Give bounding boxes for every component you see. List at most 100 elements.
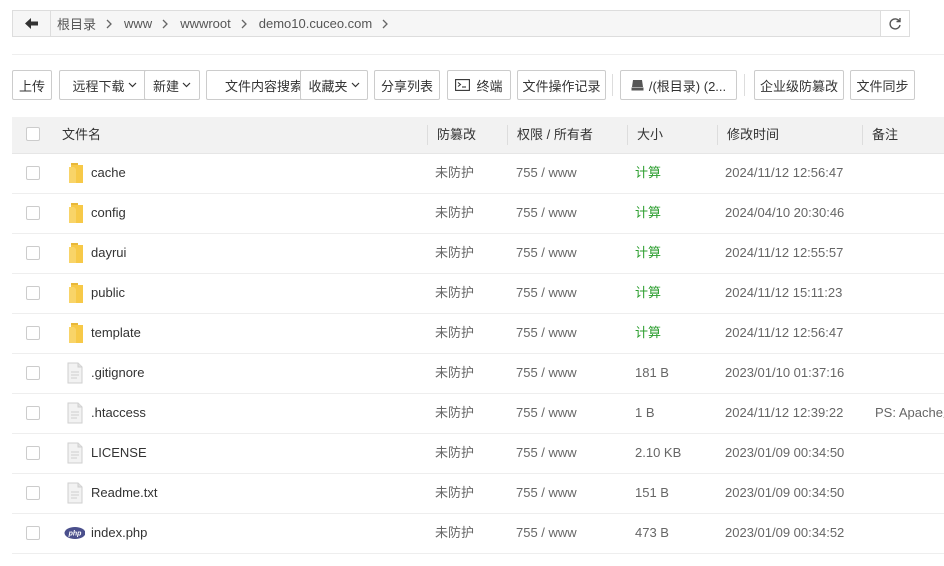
terminal-button[interactable]: 终端 <box>447 70 511 100</box>
table-row[interactable]: php index.php 未防护 755 / www 473 B 2023/0… <box>12 513 944 554</box>
terminal-icon <box>455 79 471 91</box>
tamper-status[interactable]: 未防护 <box>435 193 474 233</box>
permission[interactable]: 755 / www <box>516 473 577 513</box>
back-button[interactable] <box>13 11 51 36</box>
header-mtime[interactable]: 修改时间 <box>727 117 779 153</box>
permission[interactable]: 755 / www <box>516 433 577 473</box>
chevron-right-icon <box>241 19 247 29</box>
tamper-status[interactable]: 未防护 <box>435 513 474 553</box>
breadcrumb-item-www[interactable]: www <box>124 16 152 31</box>
tamper-status[interactable]: 未防护 <box>435 473 474 513</box>
tamper-status[interactable]: 未防护 <box>435 153 474 193</box>
header-tamper[interactable]: 防篡改 <box>437 117 476 153</box>
header-name[interactable]: 文件名 <box>62 117 101 153</box>
divider <box>12 54 944 55</box>
table-row[interactable]: public 未防护 755 / www 计算 2024/11/12 15:11… <box>12 273 944 314</box>
header-permission[interactable]: 权限 / 所有者 <box>517 117 593 153</box>
tamper-proof-button[interactable]: 企业级防篡改 <box>754 70 844 100</box>
folder-icon <box>69 283 83 303</box>
row-checkbox[interactable] <box>26 246 40 260</box>
op-log-button[interactable]: 文件操作记录 <box>517 70 606 100</box>
modified-time: 2024/11/12 12:56:47 <box>725 325 844 340</box>
size-calc-link[interactable]: 计算 <box>635 193 661 233</box>
new-button[interactable]: 新建 <box>144 70 200 100</box>
size-calc-link[interactable]: 计算 <box>635 313 661 353</box>
table-row[interactable]: .htaccess 未防护 755 / www 1 B 2024/11/12 1… <box>12 393 944 434</box>
table-row[interactable]: dayrui 未防护 755 / www 计算 2024/11/12 12:55… <box>12 233 944 274</box>
modified-time: 2023/01/09 00:34:52 <box>725 525 845 540</box>
refresh-icon <box>889 17 901 30</box>
modified-time: 2024/04/10 20:30:46 <box>725 205 845 220</box>
table-row[interactable]: LICENSE 未防护 755 / www 2.10 KB 2023/01/09… <box>12 433 944 474</box>
chevron-down-icon <box>128 82 137 88</box>
breadcrumb-item-wwwroot[interactable]: wwwroot <box>180 16 231 31</box>
refresh-button[interactable] <box>880 11 909 36</box>
table-row[interactable]: .gitignore 未防护 755 / www 181 B 2023/01/1… <box>12 353 944 394</box>
permission[interactable]: 755 / www <box>516 193 577 233</box>
permission[interactable]: 755 / www <box>516 233 577 273</box>
share-list-label: 分享列表 <box>380 78 433 94</box>
row-checkbox[interactable] <box>26 326 40 340</box>
folder-icon <box>69 243 83 263</box>
tamper-status[interactable]: 未防护 <box>435 433 474 473</box>
column-divider <box>862 125 863 145</box>
row-checkbox[interactable] <box>26 286 40 300</box>
folder-icon <box>69 203 83 223</box>
permission[interactable]: 755 / www <box>516 393 577 433</box>
file-name[interactable]: Readme.txt <box>91 473 157 513</box>
permission[interactable]: 755 / www <box>516 313 577 353</box>
permission[interactable]: 755 / www <box>516 353 577 393</box>
remote-download-button[interactable]: 远程下载 <box>59 70 150 100</box>
note[interactable]: PS: Apache用 <box>875 393 944 433</box>
favorites-label: 收藏夹 <box>308 78 348 94</box>
table-row[interactable]: Readme.txt 未防护 755 / www 151 B 2023/01/0… <box>12 473 944 514</box>
header-size[interactable]: 大小 <box>637 117 663 153</box>
tamper-status[interactable]: 未防护 <box>435 313 474 353</box>
size-calc-link[interactable]: 计算 <box>635 153 661 193</box>
upload-button[interactable]: 上传 <box>12 70 52 100</box>
row-checkbox[interactable] <box>26 166 40 180</box>
row-checkbox[interactable] <box>26 526 40 540</box>
favorites-button[interactable]: 收藏夹 <box>300 70 368 100</box>
disk-button[interactable]: /(根目录) (2... <box>620 70 737 100</box>
row-checkbox[interactable] <box>26 406 40 420</box>
file-name[interactable]: index.php <box>91 513 147 553</box>
row-checkbox[interactable] <box>26 486 40 500</box>
file-name[interactable]: LICENSE <box>91 433 147 473</box>
permission[interactable]: 755 / www <box>516 153 577 193</box>
size-calc-link[interactable]: 计算 <box>635 273 661 313</box>
file-name[interactable]: .gitignore <box>91 353 144 393</box>
tamper-status[interactable]: 未防护 <box>435 273 474 313</box>
file-name[interactable]: template <box>91 313 141 353</box>
permission[interactable]: 755 / www <box>516 513 577 553</box>
table-row[interactable]: config 未防护 755 / www 计算 2024/04/10 20:30… <box>12 193 944 234</box>
tamper-status[interactable]: 未防护 <box>435 353 474 393</box>
share-list-button[interactable]: 分享列表 <box>374 70 440 100</box>
row-checkbox[interactable] <box>26 366 40 380</box>
row-checkbox[interactable] <box>26 446 40 460</box>
breadcrumb-item-site[interactable]: demo10.cuceo.com <box>259 16 372 31</box>
breadcrumb-item-root[interactable]: 根目录 <box>57 14 96 33</box>
php-icon: php <box>64 527 85 539</box>
table-header: 文件名 防篡改 权限 / 所有者 大小 修改时间 备注 <box>12 117 944 154</box>
file-name[interactable]: dayrui <box>91 233 126 273</box>
path-bar: 根目录 www wwwroot demo10.cuceo.com <box>12 10 910 37</box>
file-size: 151 B <box>635 485 669 500</box>
tamper-status[interactable]: 未防护 <box>435 233 474 273</box>
table-row[interactable]: template 未防护 755 / www 计算 2024/11/12 12:… <box>12 313 944 354</box>
file-name[interactable]: config <box>91 193 126 233</box>
file-sync-button[interactable]: 文件同步 <box>850 70 915 100</box>
file-icon <box>67 362 83 384</box>
tamper-status[interactable]: 未防护 <box>435 393 474 433</box>
file-name[interactable]: .htaccess <box>91 393 146 433</box>
file-name[interactable]: cache <box>91 153 126 193</box>
row-checkbox[interactable] <box>26 206 40 220</box>
tamper-proof-label: 企业级防篡改 <box>759 78 838 94</box>
select-all-checkbox[interactable] <box>26 127 40 141</box>
chevron-down-icon <box>351 82 360 88</box>
size-calc-link[interactable]: 计算 <box>635 233 661 273</box>
table-row[interactable]: cache 未防护 755 / www 计算 2024/11/12 12:56:… <box>12 153 944 194</box>
permission[interactable]: 755 / www <box>516 273 577 313</box>
file-name[interactable]: public <box>91 273 125 313</box>
modified-time: 2024/11/12 12:39:22 <box>725 405 844 420</box>
